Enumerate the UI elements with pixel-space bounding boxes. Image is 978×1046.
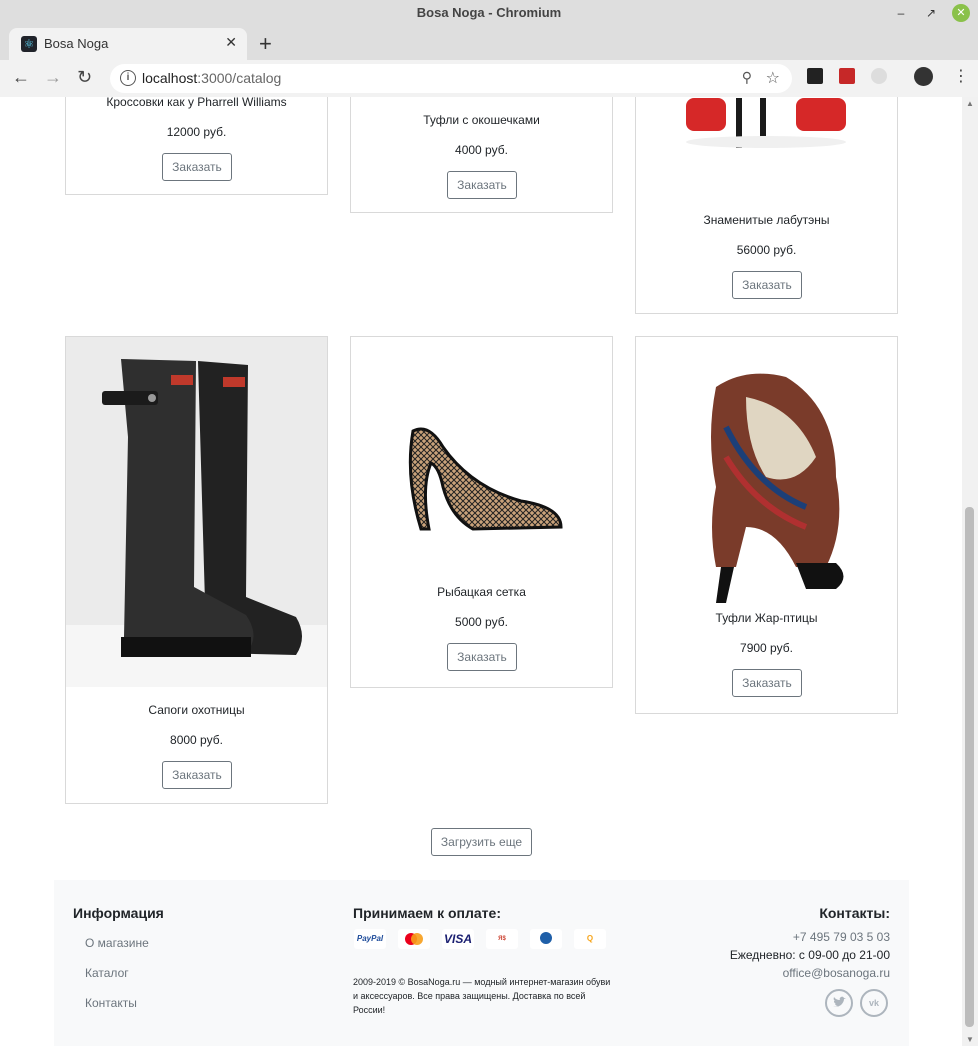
forward-icon[interactable]: → — [44, 67, 62, 88]
contact-phone[interactable]: +7 495 79 03 5 03 — [793, 930, 890, 944]
tab-strip: ⚛ Bosa Noga ✕ + — [0, 27, 978, 60]
url-text[interactable]: localhost:3000/catalog — [142, 70, 281, 86]
order-button[interactable]: Заказать — [162, 761, 232, 789]
contact-hours: Ежедневно: с 09-00 до 21-00 — [729, 948, 890, 962]
new-tab-icon[interactable]: + — [259, 31, 272, 57]
profile-avatar-icon[interactable] — [914, 67, 933, 86]
qiwi-icon: Q — [574, 929, 606, 949]
back-icon[interactable]: ← — [12, 67, 30, 88]
url-path: :3000/catalog — [197, 70, 282, 86]
product-price: 12000 руб. — [166, 125, 227, 139]
product-card: Знаменитые лабутэны 56000 руб. Заказать — [635, 97, 898, 314]
minimize-icon[interactable]: – — [892, 4, 910, 22]
bookmark-star-icon[interactable]: ☆ — [766, 68, 780, 88]
page-viewport: Кроссовки как у Pharrell Williams 12000 … — [0, 97, 962, 1046]
product-price: 56000 руб. — [736, 243, 797, 257]
visa-icon: VISA — [442, 929, 474, 949]
order-button[interactable]: Заказать — [732, 271, 802, 299]
scroll-down-icon[interactable]: ▼ — [966, 1035, 974, 1044]
product-price: 8000 руб. — [170, 733, 223, 747]
reload-icon[interactable]: ↻ — [77, 67, 92, 88]
order-button[interactable]: Заказать — [162, 153, 232, 181]
tab-close-icon[interactable]: ✕ — [225, 34, 237, 51]
product-card: Рыбацкая сетка 5000 руб. Заказать — [350, 336, 613, 688]
info-heading: Информация — [73, 905, 164, 921]
browser-toolbar: ← → ↻ i localhost:3000/catalog ⚲ ☆ ⋮ — [0, 60, 978, 98]
product-card: Туфли Жар-птицы 7900 руб. Заказать — [635, 336, 898, 714]
extension-gray-icon[interactable] — [871, 68, 887, 84]
page-scrollbar[interactable]: ▲ ▼ — [962, 97, 978, 1046]
footer-link-contacts[interactable]: Контакты — [85, 996, 137, 1010]
react-favicon-icon: ⚛ — [21, 36, 37, 52]
product-card: Сапоги охотницы 8000 руб. Заказать — [65, 336, 328, 804]
menu-kebab-icon[interactable]: ⋮ — [953, 66, 969, 86]
yandex-money-icon: Я$ — [486, 929, 518, 949]
copyright-text: 2009-2019 © BosaNoga.ru — модный интерне… — [353, 977, 611, 1015]
product-name: Кроссовки как у Pharrell Williams — [106, 97, 287, 109]
product-card: Кроссовки как у Pharrell Williams 12000 … — [65, 97, 328, 195]
vk-icon[interactable]: vk — [860, 989, 888, 1017]
product-name: Сапоги охотницы — [148, 703, 245, 717]
footer-link-about[interactable]: О магазине — [85, 936, 149, 950]
window-titlebar: Bosa Noga - Chromium – ↗ ✕ — [0, 0, 978, 27]
paypal-icon: PayPal — [354, 929, 386, 949]
tab-title: Bosa Noga — [44, 36, 109, 51]
address-bar[interactable]: i localhost:3000/catalog ⚲ ☆ — [110, 64, 792, 93]
twitter-icon[interactable] — [825, 989, 853, 1017]
site-info-icon[interactable]: i — [120, 70, 136, 86]
extension-h-icon[interactable] — [807, 68, 823, 84]
order-button[interactable]: Заказать — [447, 171, 517, 199]
url-host: localhost — [142, 70, 198, 86]
load-more-button[interactable]: Загрузить еще — [431, 828, 532, 856]
payment-heading: Принимаем к оплате: — [353, 905, 501, 921]
browser-tab[interactable]: ⚛ Bosa Noga ✕ — [9, 28, 247, 60]
product-name: Туфли с окошечками — [423, 113, 540, 127]
product-image — [408, 427, 563, 531]
close-window-icon[interactable]: ✕ — [952, 4, 970, 22]
webmoney-icon — [530, 929, 562, 949]
site-footer: Информация О магазине Каталог Контакты П… — [54, 880, 909, 1046]
product-name: Рыбацкая сетка — [437, 585, 526, 599]
mastercard-icon — [398, 929, 430, 949]
product-card: Туфли с окошечками 4000 руб. Заказать — [350, 97, 613, 213]
product-image — [66, 337, 327, 687]
scroll-up-icon[interactable]: ▲ — [966, 99, 974, 108]
window-title: Bosa Noga - Chromium — [416, 5, 562, 20]
contacts-heading: Контакты: — [819, 905, 890, 921]
restore-icon[interactable]: ↗ — [922, 4, 940, 22]
product-image — [711, 373, 844, 603]
extension-red-icon[interactable] — [839, 68, 855, 84]
product-name: Туфли Жар-птицы — [715, 611, 818, 625]
product-price: 7900 руб. — [740, 641, 793, 655]
order-button[interactable]: Заказать — [732, 669, 802, 697]
product-name: Знаменитые лабутэны — [703, 213, 830, 227]
order-button[interactable]: Заказать — [447, 643, 517, 671]
product-price: 5000 руб. — [455, 615, 508, 629]
product-image — [686, 98, 846, 148]
scroll-thumb[interactable] — [965, 507, 974, 1027]
product-price: 4000 руб. — [455, 143, 508, 157]
zoom-icon[interactable]: ⚲ — [742, 69, 752, 86]
contact-email[interactable]: office@bosanoga.ru — [783, 966, 890, 980]
footer-link-catalog[interactable]: Каталог — [85, 966, 129, 980]
